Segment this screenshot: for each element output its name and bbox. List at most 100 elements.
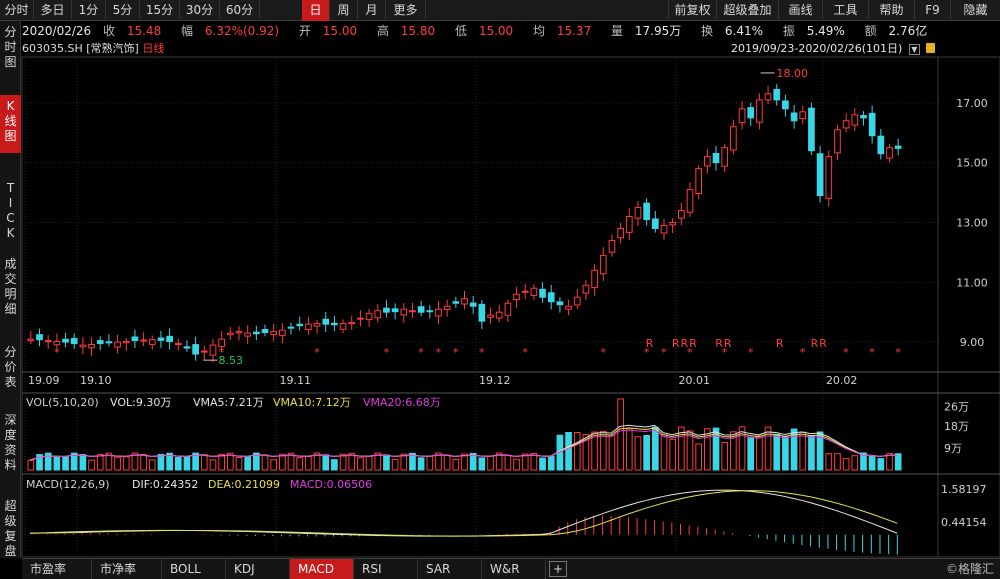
volume-legend-vol: VOL:9.30万 bbox=[110, 396, 171, 409]
candle bbox=[868, 112, 876, 137]
signal-r-marker: R bbox=[646, 337, 654, 350]
volume-bar bbox=[573, 432, 581, 471]
date-tick-label: 19.11 bbox=[280, 374, 312, 387]
volume-bar bbox=[400, 453, 408, 471]
kline-chart[interactable]: 9.00 11.00 13.00 15.00 17.00 19.09 19.10 19.11 1… bbox=[0, 0, 1000, 558]
candle bbox=[712, 153, 720, 164]
candle bbox=[764, 93, 772, 101]
add-indicator-button[interactable]: + bbox=[549, 561, 567, 577]
candle bbox=[834, 129, 841, 154]
volume-bar bbox=[357, 457, 364, 471]
volume-bar bbox=[27, 459, 35, 471]
candle bbox=[200, 350, 208, 353]
candle bbox=[521, 290, 529, 293]
candle bbox=[148, 339, 156, 345]
candle bbox=[582, 284, 590, 294]
volume-bar bbox=[122, 456, 130, 471]
volume-bar bbox=[305, 456, 312, 471]
volume-bar bbox=[339, 453, 347, 471]
macd-legend-dea: DEA:0.21099 bbox=[208, 478, 280, 491]
candle bbox=[886, 147, 893, 159]
candle bbox=[70, 338, 78, 345]
volume-bar bbox=[808, 435, 815, 471]
volume-bar bbox=[53, 456, 61, 471]
volume-bar bbox=[478, 457, 486, 471]
macd-legend-macd: MACD:0.06506 bbox=[290, 478, 372, 491]
candle bbox=[261, 329, 269, 334]
signal-r-marker: R bbox=[672, 337, 680, 350]
indicator-tab-pb[interactable]: 市净率 bbox=[92, 559, 162, 579]
candle bbox=[773, 88, 781, 101]
candle bbox=[313, 323, 321, 327]
volume-bar bbox=[695, 443, 703, 471]
watermark: ©格隆汇 bbox=[945, 562, 994, 576]
candle bbox=[209, 344, 217, 356]
indicator-tab-boll[interactable]: BOLL bbox=[162, 559, 226, 579]
signal-star-marker: * bbox=[54, 346, 60, 359]
volume-bar bbox=[461, 453, 468, 471]
volume-bar bbox=[565, 432, 572, 471]
signal-star-marker: * bbox=[418, 346, 424, 359]
candle bbox=[851, 114, 859, 126]
volume-bar bbox=[88, 459, 95, 471]
volume-bar bbox=[617, 398, 624, 471]
candle bbox=[487, 314, 494, 318]
dif-line bbox=[29, 489, 898, 537]
date-tick-label: 19.09 bbox=[28, 374, 60, 387]
indicator-tab-kdj[interactable]: KDJ bbox=[226, 559, 290, 579]
signal-star-marker: * bbox=[436, 346, 442, 359]
indicator-tabs: 市盈率 市净率 BOLL KDJ MACD RSI SAR W&R + ©格隆汇 bbox=[22, 558, 1000, 579]
candle bbox=[894, 145, 902, 149]
indicator-tab-wr[interactable]: W&R bbox=[482, 559, 546, 579]
signal-star-marker: * bbox=[384, 346, 390, 359]
candle bbox=[686, 189, 694, 213]
volume-bar bbox=[547, 455, 555, 471]
signal-star-marker: * bbox=[895, 346, 901, 359]
candle bbox=[591, 269, 598, 289]
candle bbox=[131, 336, 139, 342]
candle bbox=[565, 305, 572, 310]
volume-bar bbox=[331, 459, 338, 471]
candle bbox=[287, 326, 295, 329]
candle bbox=[157, 337, 165, 341]
indicator-tab-rsi[interactable]: RSI bbox=[354, 559, 418, 579]
indicator-tab-pe[interactable]: 市盈率 bbox=[22, 559, 92, 579]
candle bbox=[174, 343, 182, 346]
volume-tick-label: 18万 bbox=[944, 420, 969, 433]
volume-bar bbox=[643, 435, 650, 471]
candle bbox=[790, 112, 798, 122]
volume-bar bbox=[669, 438, 676, 471]
candle bbox=[669, 221, 676, 226]
price-tick-label: 9.00 bbox=[960, 336, 985, 349]
candle bbox=[105, 341, 113, 344]
price-tick-label: 13.00 bbox=[956, 216, 988, 229]
candle bbox=[530, 287, 538, 296]
candle bbox=[36, 334, 43, 341]
signal-star-marker: * bbox=[522, 346, 528, 359]
candle bbox=[192, 344, 199, 355]
candle bbox=[738, 108, 746, 124]
volume-bar bbox=[114, 456, 121, 471]
indicator-tab-macd[interactable]: MACD bbox=[290, 559, 354, 579]
volume-bar bbox=[747, 437, 755, 471]
candle bbox=[296, 323, 304, 327]
volume-bar bbox=[443, 454, 451, 471]
signal-r-marker: R bbox=[724, 337, 732, 350]
volume-bar bbox=[140, 454, 147, 471]
candle bbox=[244, 332, 252, 337]
candle bbox=[166, 335, 173, 342]
volume-bar bbox=[842, 458, 850, 471]
candle bbox=[400, 308, 408, 316]
candle bbox=[721, 147, 729, 167]
candle bbox=[599, 254, 607, 275]
candle bbox=[79, 344, 87, 348]
signal-star-marker: * bbox=[800, 346, 806, 359]
candle bbox=[279, 329, 286, 336]
volume-bar bbox=[773, 433, 781, 471]
indicator-tab-sar[interactable]: SAR bbox=[418, 559, 482, 579]
signal-star-marker: * bbox=[661, 346, 667, 359]
volume-bar bbox=[79, 454, 87, 471]
date-tick-label: 20.02 bbox=[826, 374, 858, 387]
volume-bar bbox=[218, 453, 225, 471]
candle bbox=[756, 99, 763, 123]
